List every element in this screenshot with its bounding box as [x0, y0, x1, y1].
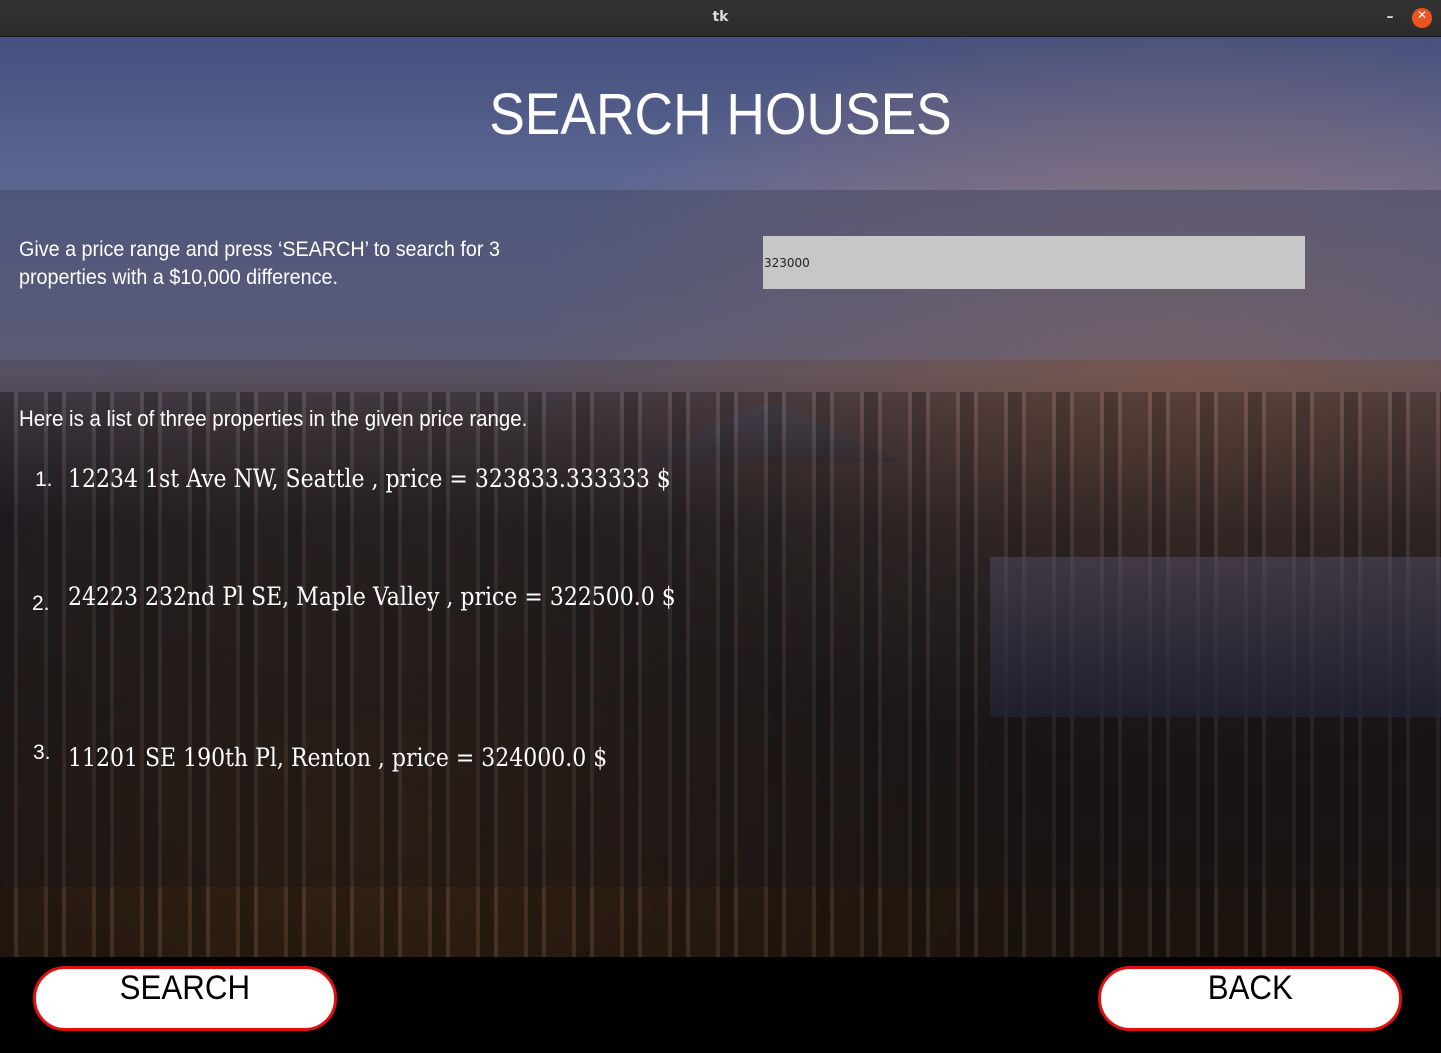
close-icon[interactable]: ✕: [1412, 8, 1432, 28]
footer-bar: SEARCH BACK: [0, 957, 1441, 1053]
result-text: 12234 1st Ave NW, Seattle , price = 3238…: [68, 464, 671, 493]
result-number: 3.: [33, 741, 51, 764]
result-text: 11201 SE 190th Pl, Renton , price = 3240…: [68, 743, 608, 772]
price-input[interactable]: [763, 236, 1305, 289]
app-window: SEARCH HOUSES Give a price range and pre…: [0, 37, 1441, 1053]
window-titlebar: tk – ✕: [0, 0, 1441, 37]
search-instructions: Give a price range and press ‘SEARCH’ to…: [19, 236, 545, 292]
search-panel: Give a price range and press ‘SEARCH’ to…: [0, 190, 1441, 360]
search-button[interactable]: SEARCH: [33, 966, 337, 1031]
back-button[interactable]: BACK: [1098, 966, 1402, 1031]
instruction-line-2: properties with a $10,000 difference.: [19, 266, 338, 289]
instruction-line-1: Give a price range and press ‘SEARCH’ to…: [19, 238, 500, 261]
result-number: 1.: [35, 468, 53, 491]
results-panel: Here is a list of three properties in th…: [0, 360, 1441, 887]
results-intro: Here is a list of three properties in th…: [19, 406, 528, 431]
search-button-label: SEARCH: [119, 969, 251, 1007]
page-title: SEARCH HOUSES: [489, 82, 952, 147]
back-button-label: BACK: [1207, 969, 1293, 1007]
result-number: 2.: [32, 592, 50, 615]
minimize-icon[interactable]: –: [1380, 6, 1400, 26]
window-title: tk: [712, 9, 729, 25]
result-text: 24223 232nd Pl SE, Maple Valley , price …: [68, 582, 676, 611]
